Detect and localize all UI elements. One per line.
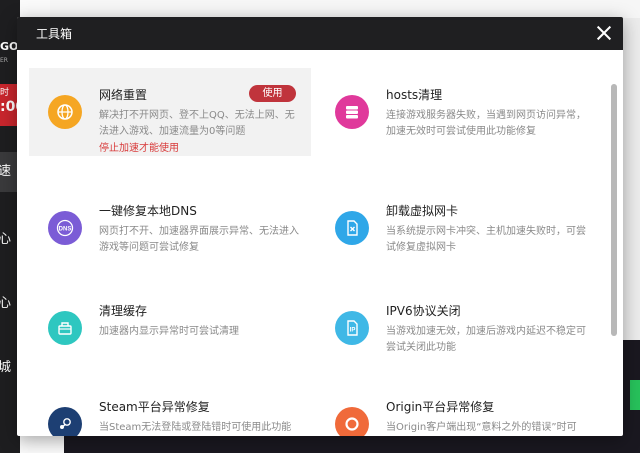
- basket-icon: [48, 311, 82, 345]
- tool-description: 连接游戏服务器失败，当遇到网页访问异常，加速无效时可尝试使用此功能修复: [386, 110, 586, 137]
- tool-description: 网页打不开、加速器界面展示异常、无法进入游戏等问题可尝试修复: [99, 226, 299, 253]
- tool-name: IPV6协议关闭: [386, 304, 461, 318]
- tool-description: 加速器内显示异常时可尝试清理: [99, 326, 239, 337]
- tool-name: 网络重置: [99, 88, 148, 102]
- tool-clear-cache[interactable]: 清理缓存 加速器内显示异常时可尝试清理: [29, 284, 311, 372]
- tool-name: 卸载虚拟网卡: [386, 204, 459, 218]
- modal-title: 工具箱: [36, 27, 73, 41]
- ip-icon: IP: [335, 311, 369, 345]
- server-icon: [335, 95, 369, 129]
- sim-card-icon: [335, 211, 369, 245]
- steam-icon: [48, 407, 82, 436]
- tool-steam-repair[interactable]: Steam平台异常修复 当Steam无法登陆或登陆错时可使用此功能: [29, 380, 311, 436]
- globe-icon: [48, 95, 82, 129]
- tool-network-reset[interactable]: 网络重置 使用 解决打不开网页、登不上QQ、无法上网、无法进入游戏、加速流量为0…: [29, 68, 311, 156]
- tool-name: Steam平台异常修复: [99, 400, 210, 414]
- close-icon[interactable]: [595, 24, 613, 42]
- tool-name: 一键修复本地DNS: [99, 204, 197, 218]
- toolbox-modal: 工具箱 网络重置 使用 解决打不开网页、登不上QQ、无法上网、无法进入游戏、加速…: [17, 17, 623, 436]
- tool-description: 当Steam无法登陆或登陆错时可使用此功能: [99, 422, 292, 433]
- scrollbar-thumb[interactable]: [611, 84, 617, 336]
- tool-description: 当游戏加速无效，加速后游戏内延迟不稳定可尝试关闭此功能: [386, 326, 586, 353]
- tool-origin-repair[interactable]: Origin平台异常修复 当Origin客户端出现“意料之外的错误”时可: [316, 380, 598, 436]
- svg-text:IP: IP: [350, 328, 356, 334]
- modal-body: 网络重置 使用 解决打不开网页、登不上QQ、无法上网、无法进入游戏、加速流量为0…: [17, 50, 623, 436]
- svg-text:DNS: DNS: [59, 227, 72, 233]
- tool-name: 清理缓存: [99, 304, 148, 318]
- origin-icon: [335, 407, 369, 436]
- background-green-tab: [630, 380, 640, 410]
- tool-description: 当Origin客户端出现“意料之外的错误”时可: [386, 422, 577, 433]
- tool-ipv6-off[interactable]: IP IPV6协议关闭 当游戏加速无效，加速后游戏内延迟不稳定可尝试关闭此功能: [316, 284, 598, 372]
- tool-name: hosts清理: [386, 88, 443, 102]
- tool-hosts-clean[interactable]: hosts清理 连接游戏服务器失败，当遇到网页访问异常，加速无效时可尝试使用此功…: [316, 68, 598, 156]
- modal-header: 工具箱: [17, 17, 623, 50]
- tool-virtual-nic[interactable]: 卸载虚拟网卡 当系统提示网卡冲突、主机加速失败时，可尝试修复虚拟网卡: [316, 184, 598, 272]
- tool-dns-repair[interactable]: DNS 一键修复本地DNS 网页打不开、加速器界面展示异常、无法进入游戏等问题可…: [29, 184, 311, 272]
- use-button[interactable]: 使用: [249, 85, 296, 102]
- dns-icon: DNS: [48, 211, 82, 245]
- tool-description: 解决打不开网页、登不上QQ、无法上网、无法进入游戏、加速流量为0等问题: [99, 110, 295, 137]
- tool-warning: 停止加速才能使用: [99, 143, 179, 154]
- background-header: [50, 0, 640, 18]
- tool-description: 当系统提示网卡冲突、主机加速失败时，可尝试修复虚拟网卡: [386, 226, 586, 253]
- tool-name: Origin平台异常修复: [386, 400, 495, 414]
